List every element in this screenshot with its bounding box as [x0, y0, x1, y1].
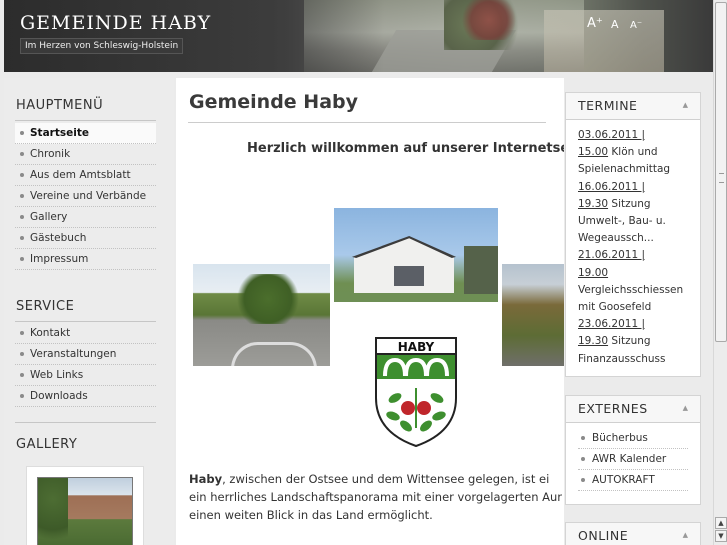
- externes-box: EXTERNES ▲ Bücherbus AWR Kalender AUTOKR…: [565, 395, 701, 505]
- intro-line-1: , zwischen der Ostsee und dem Wittensee …: [222, 472, 550, 486]
- event-time[interactable]: 19.30: [578, 335, 608, 347]
- menu-item-gallery[interactable]: Gallery: [15, 207, 156, 228]
- site-slogan: Im Herzen von Schleswig-Holstein: [20, 38, 184, 54]
- header-photo-house: [544, 10, 664, 72]
- collapse-icon[interactable]: ▲: [683, 101, 688, 109]
- externes-list: Bücherbus AWR Kalender AUTOKRAFT: [578, 428, 688, 491]
- main-menu-heading: HAUPTMENÜ: [16, 98, 104, 113]
- event-date[interactable]: 23.06.2011 |: [578, 316, 699, 333]
- service-heading: SERVICE: [16, 299, 75, 314]
- divider: [15, 422, 156, 423]
- gallery-heading: GALLERY: [16, 437, 78, 452]
- community-hall-photo: [334, 208, 498, 302]
- menu-item-amtsblatt[interactable]: Aus dem Amtsblatt: [15, 165, 156, 186]
- event-time[interactable]: 19.00: [578, 267, 608, 279]
- menu-item-vereine[interactable]: Vereine und Verbände: [15, 186, 156, 207]
- page-title: Gemeinde Haby: [189, 91, 359, 113]
- divider: [15, 120, 156, 121]
- scroll-down-arrow-icon[interactable]: ▼: [715, 530, 727, 542]
- autumn-trees-photo: [502, 264, 564, 366]
- welcome-heading: Herzlich willkommen auf unserer Internet…: [247, 141, 564, 156]
- link-awr-kalender[interactable]: AWR Kalender: [578, 449, 688, 470]
- font-decrease-button[interactable]: A⁻: [630, 20, 642, 31]
- menu-item-downloads[interactable]: Downloads: [15, 386, 156, 407]
- coat-of-arms-label: HABY: [398, 340, 435, 354]
- main-menu: Startseite Chronik Aus dem Amtsblatt Ver…: [15, 123, 156, 270]
- event-description: Vergleichsschiessen mit Goosefeld: [578, 283, 684, 314]
- intro-line-2: ein herrliches Landschaftspanorama mit e…: [189, 490, 563, 504]
- event-item[interactable]: 03.06.2011 | 15.00 Klön und Spielenachmi…: [578, 127, 699, 179]
- page-scrollbar[interactable]: ▲ ▼: [713, 0, 727, 545]
- village-road-photo: [193, 264, 330, 366]
- event-date[interactable]: 03.06.2011 |: [578, 127, 699, 144]
- event-item[interactable]: 21.06.2011 | 19.00 Vergleichsschiessen m…: [578, 247, 699, 316]
- menu-item-veranstaltungen[interactable]: Veranstaltungen: [15, 344, 156, 365]
- link-autokraft[interactable]: AUTOKRAFT: [578, 470, 688, 491]
- gallery-image[interactable]: [37, 477, 133, 545]
- online-title: ONLINE: [578, 528, 629, 543]
- town-name: Haby: [189, 472, 223, 486]
- header-photo-redtree: [459, 0, 519, 40]
- externes-header[interactable]: EXTERNES ▲: [566, 396, 700, 423]
- link-buecherbus[interactable]: Bücherbus: [578, 428, 688, 449]
- menu-item-startseite[interactable]: Startseite: [15, 123, 156, 144]
- menu-item-web-links[interactable]: Web Links: [15, 365, 156, 386]
- event-time[interactable]: 19.30: [578, 198, 608, 210]
- intro-line-3: einen weiten Blick in das Land ermöglich…: [189, 508, 433, 522]
- service-menu: Kontakt Veranstaltungen Web Links Downlo…: [15, 323, 156, 407]
- gallery-thumbnail[interactable]: [26, 466, 144, 545]
- event-date[interactable]: 16.06.2011 |: [578, 179, 699, 196]
- menu-item-gaestebuch[interactable]: Gästebuch: [15, 228, 156, 249]
- scrollbar-grip: [719, 173, 724, 183]
- left-sidebar: HAUPTMENÜ Startseite Chronik Aus dem Amt…: [4, 78, 174, 545]
- coat-of-arms-image: HABY: [375, 337, 457, 448]
- site-header: GEMEINDE HABY Im Herzen von Schleswig-Ho…: [4, 0, 713, 72]
- event-item[interactable]: 23.06.2011 | 19.30 Sitzung Finanzausschu…: [578, 316, 699, 368]
- collapse-icon[interactable]: ▲: [683, 531, 688, 539]
- menu-item-chronik[interactable]: Chronik: [15, 144, 156, 165]
- termine-box: TERMINE ▲ 03.06.2011 | 15.00 Klön und Sp…: [565, 92, 701, 377]
- online-header[interactable]: ONLINE ▲: [566, 523, 700, 545]
- font-reset-button[interactable]: A: [611, 18, 619, 31]
- site-title[interactable]: GEMEINDE HABY: [20, 12, 211, 34]
- divider: [15, 321, 156, 322]
- header-shade: [4, 0, 384, 72]
- event-item[interactable]: 16.06.2011 | 19.30 Sitzung Umwelt-, Bau-…: [578, 179, 699, 248]
- termine-list: 03.06.2011 | 15.00 Klön und Spielenachmi…: [578, 127, 699, 368]
- online-box: ONLINE ▲: [565, 522, 701, 545]
- menu-item-kontakt[interactable]: Kontakt: [15, 323, 156, 344]
- scroll-up-arrow-icon[interactable]: ▲: [715, 517, 727, 529]
- divider: [188, 122, 546, 123]
- menu-item-impressum[interactable]: Impressum: [15, 249, 156, 270]
- externes-title: EXTERNES: [578, 401, 648, 416]
- main-content: Gemeinde Haby Herzlich willkommen auf un…: [176, 78, 564, 545]
- event-date[interactable]: 21.06.2011 |: [578, 247, 699, 264]
- termine-title: TERMINE: [578, 98, 638, 113]
- scrollbar-thumb[interactable]: [715, 2, 727, 342]
- termine-header[interactable]: TERMINE ▲: [566, 93, 700, 120]
- font-increase-button[interactable]: A⁺: [587, 16, 603, 31]
- building-side: [464, 246, 498, 294]
- event-time[interactable]: 15.00: [578, 146, 608, 158]
- collapse-icon[interactable]: ▲: [683, 404, 688, 412]
- building-window: [394, 266, 424, 286]
- intro-paragraph: Haby, zwischen der Ostsee und dem Witten…: [189, 470, 564, 524]
